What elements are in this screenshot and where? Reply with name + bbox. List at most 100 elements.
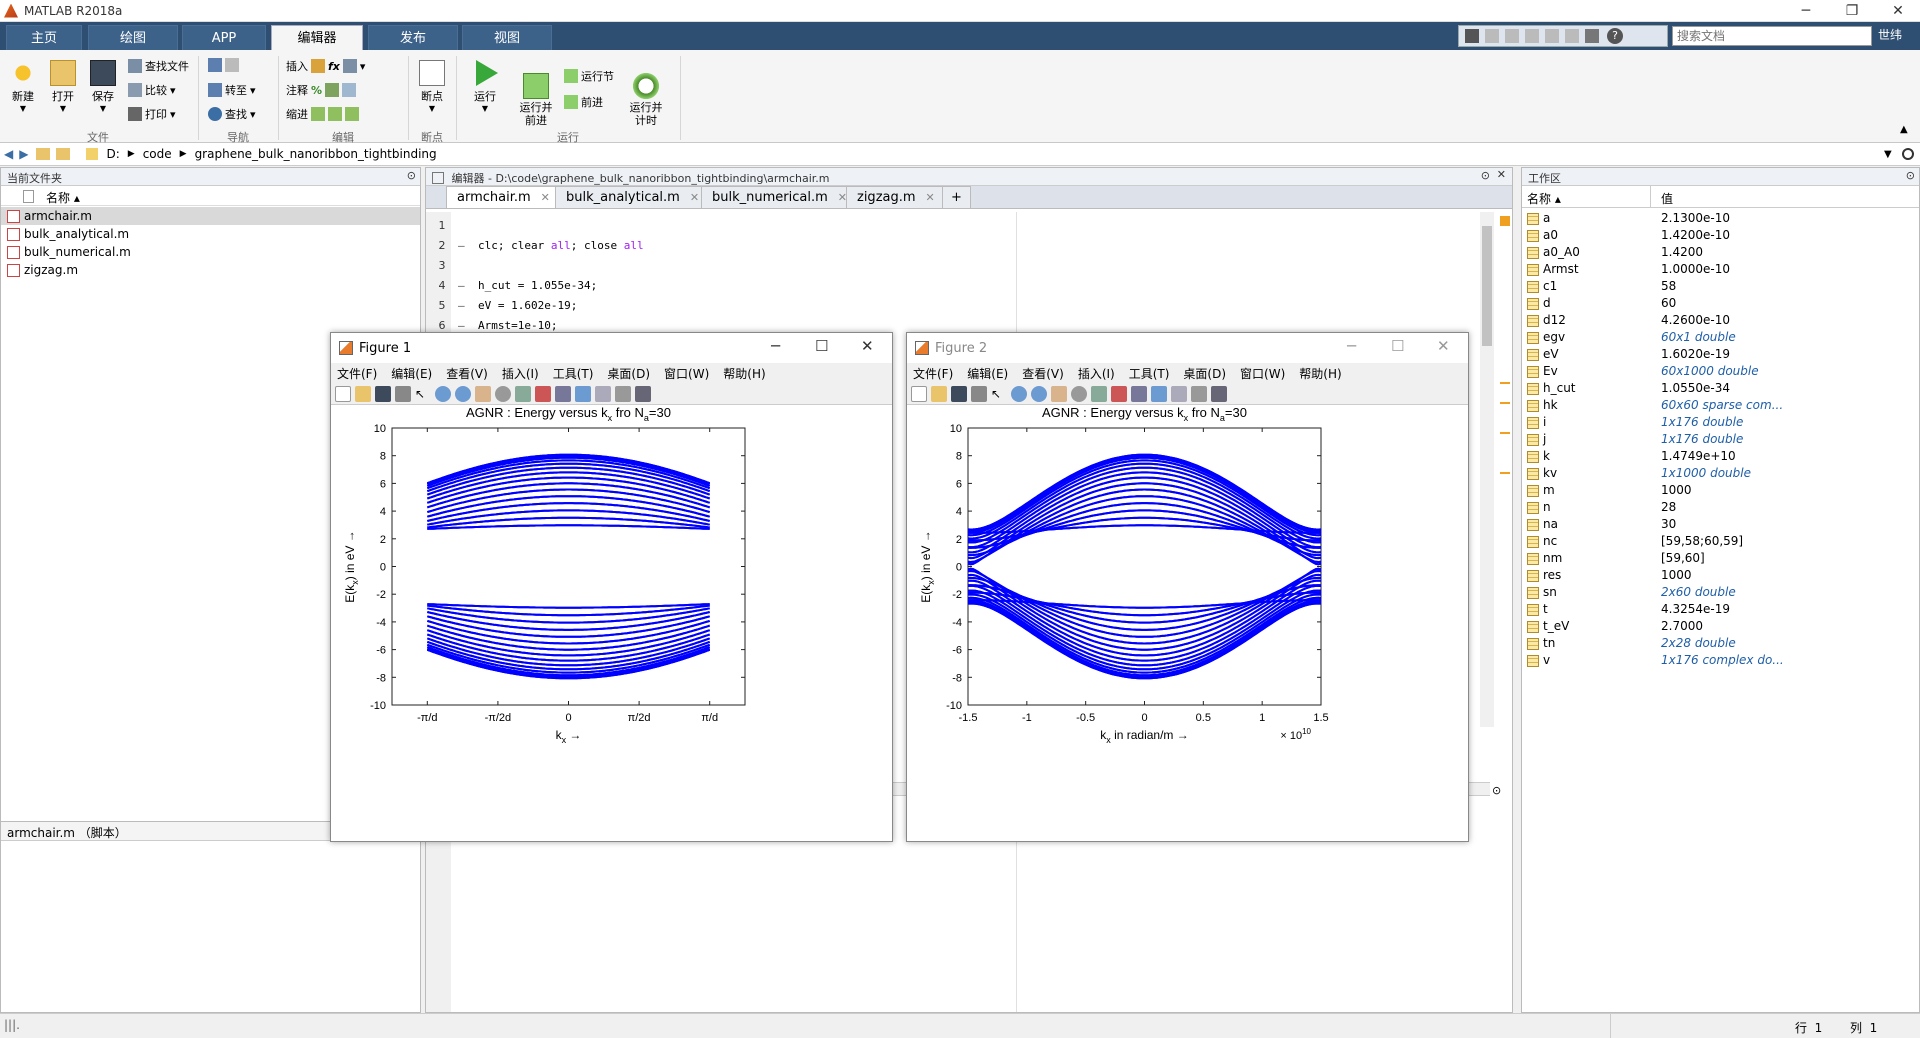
menu-edit[interactable]: 编辑(E) bbox=[391, 365, 432, 382]
editor-tab[interactable]: bulk_analytical.m ✕ bbox=[555, 186, 711, 208]
run-and-time-button[interactable]: 运行并 计时 bbox=[622, 60, 670, 127]
save-icon[interactable] bbox=[1465, 29, 1479, 43]
panel-menu-icon[interactable]: ⊙ bbox=[1481, 169, 1490, 182]
print-icon[interactable] bbox=[395, 385, 411, 402]
menu-help[interactable]: 帮助(H) bbox=[1299, 365, 1341, 382]
new-figure-icon[interactable] bbox=[911, 385, 927, 402]
maximize-button[interactable]: ☐ bbox=[1391, 337, 1404, 355]
variable-row[interactable]: j 1x176 double bbox=[1522, 431, 1912, 448]
menu-help[interactable]: 帮助(H) bbox=[723, 365, 765, 382]
command-panel-menu-icon[interactable]: ⊙ bbox=[1492, 784, 1501, 797]
path-folder-code[interactable]: code bbox=[143, 147, 172, 161]
path-dropdown-icon[interactable]: ▼ bbox=[1884, 149, 1892, 160]
show-plot-tools-icon[interactable] bbox=[1211, 385, 1227, 402]
back-forward-nav[interactable] bbox=[208, 58, 239, 72]
close-tab-icon[interactable]: ✕ bbox=[926, 191, 935, 204]
open-button[interactable]: 打开 ▼ bbox=[46, 60, 80, 113]
minimize-button[interactable]: ─ bbox=[1347, 337, 1356, 355]
value-column[interactable]: 值 bbox=[1661, 190, 1673, 207]
close-tab-icon[interactable]: ✕ bbox=[690, 191, 699, 204]
figure-1-window[interactable]: Figure 1 ─ ☐ ✕ 文件(F) 编辑(E) 查看(V) 插入(I) 工具(T)… bbox=[330, 332, 893, 842]
code-line[interactable]: 1 bbox=[426, 218, 986, 234]
code-line[interactable]: 5 — eV = 1.602e-19; bbox=[426, 298, 986, 314]
variable-row[interactable]: v 1x176 complex do... bbox=[1522, 652, 1912, 669]
new-figure-icon[interactable] bbox=[335, 385, 351, 402]
panel-menu-icon[interactable]: ⊙ bbox=[1906, 169, 1915, 182]
new-button[interactable]: 新建 ▼ bbox=[6, 60, 40, 113]
breakpoint-marker[interactable]: — bbox=[458, 278, 478, 294]
open-icon[interactable] bbox=[931, 385, 947, 402]
variable-row[interactable]: sn 2x60 double bbox=[1522, 584, 1912, 601]
menu-view[interactable]: 查看(V) bbox=[446, 365, 488, 382]
vertical-scrollbar[interactable] bbox=[1480, 212, 1494, 727]
pan-icon[interactable] bbox=[1051, 385, 1067, 402]
panel-menu-icon[interactable]: ⊙ bbox=[407, 169, 416, 182]
data-cursor-icon[interactable] bbox=[1091, 385, 1107, 402]
compare-button[interactable]: 比较 ▾ bbox=[128, 82, 176, 98]
variable-row[interactable]: k 1.4749e+10 bbox=[1522, 448, 1912, 465]
advance-button[interactable]: 前进 bbox=[564, 94, 603, 110]
link-icon[interactable] bbox=[555, 385, 571, 402]
run-button[interactable]: 运行 ▼ bbox=[466, 60, 504, 113]
find-files-button[interactable]: 查找文件 bbox=[128, 58, 189, 74]
copy-icon[interactable] bbox=[1505, 29, 1519, 43]
name-column-header[interactable]: 名称 ▴ bbox=[1, 186, 420, 206]
new-tab-button[interactable]: + bbox=[942, 186, 971, 208]
variable-row[interactable]: nc [59,58;60,59] bbox=[1522, 533, 1912, 550]
tab-publish[interactable]: 发布 bbox=[368, 25, 458, 50]
variable-row[interactable]: kv 1x1000 double bbox=[1522, 465, 1912, 482]
brush-icon[interactable] bbox=[1111, 385, 1127, 402]
maximize-button[interactable]: ☐ bbox=[815, 337, 828, 355]
minimize-button[interactable]: ─ bbox=[1784, 0, 1828, 22]
back-icon[interactable]: ◀ bbox=[4, 147, 13, 161]
cut-icon[interactable] bbox=[1485, 29, 1499, 43]
variable-row[interactable]: egv 60x1 double bbox=[1522, 329, 1912, 346]
file-item[interactable]: bulk_analytical.m bbox=[1, 225, 420, 243]
save-icon[interactable] bbox=[951, 385, 967, 402]
menu-insert[interactable]: 插入(I) bbox=[502, 365, 539, 382]
menu-tools[interactable]: 工具(T) bbox=[1129, 365, 1170, 382]
tab-home[interactable]: 主页 bbox=[6, 25, 82, 50]
variable-row[interactable]: n 28 bbox=[1522, 499, 1912, 516]
figure-2-window[interactable]: Figure 2 ─ ☐ ✕ 文件(F) 编辑(E) 查看(V) 插入(I) 工具(T)… bbox=[906, 332, 1469, 842]
find-button[interactable]: 查找 ▾ bbox=[208, 106, 256, 122]
file-item[interactable]: zigzag.m bbox=[1, 261, 420, 279]
close-tab-icon[interactable]: ✕ bbox=[541, 191, 550, 204]
legend-icon[interactable] bbox=[1171, 385, 1187, 402]
variable-row[interactable]: nm [59,60] bbox=[1522, 550, 1912, 567]
insert-button[interactable]: 插入 fx ▾ bbox=[286, 58, 365, 74]
variable-row[interactable]: tn 2x28 double bbox=[1522, 635, 1912, 652]
variable-row[interactable]: d12 4.2600e-10 bbox=[1522, 312, 1912, 329]
data-cursor-icon[interactable] bbox=[515, 385, 531, 402]
zoom-out-icon[interactable] bbox=[455, 385, 471, 402]
close-editor-icon[interactable]: ✕ bbox=[1497, 168, 1506, 181]
quick-access-toolbar[interactable]: ? bbox=[1458, 25, 1668, 47]
editor-tab[interactable]: armchair.m ✕ bbox=[446, 186, 561, 208]
increase-indent-icon[interactable] bbox=[328, 107, 342, 121]
colorbar-icon[interactable] bbox=[575, 385, 591, 402]
menu-desktop[interactable]: 桌面(D) bbox=[607, 365, 650, 382]
warning-marker[interactable] bbox=[1500, 402, 1510, 404]
variable-row[interactable]: d 60 bbox=[1522, 295, 1912, 312]
back-arrow-icon[interactable] bbox=[208, 58, 222, 72]
tab-editor[interactable]: 编辑器 bbox=[271, 25, 363, 50]
warning-marker[interactable] bbox=[1500, 472, 1510, 474]
menu-view[interactable]: 查看(V) bbox=[1022, 365, 1064, 382]
search-icon[interactable] bbox=[1902, 148, 1914, 160]
variable-row[interactable]: c1 58 bbox=[1522, 278, 1912, 295]
menu-desktop[interactable]: 桌面(D) bbox=[1183, 365, 1226, 382]
variable-row[interactable]: a0_A0 1.4200 bbox=[1522, 244, 1912, 261]
browse-folder-icon[interactable] bbox=[56, 148, 71, 160]
rotate-icon[interactable] bbox=[495, 385, 511, 402]
tab-apps[interactable]: APP bbox=[182, 25, 266, 50]
wrap-icon[interactable] bbox=[342, 83, 357, 97]
variable-row[interactable]: t_eV 2.7000 bbox=[1522, 618, 1912, 635]
breakpoints-button[interactable]: 断点 ▼ bbox=[414, 60, 450, 113]
zoom-in-icon[interactable] bbox=[435, 385, 451, 402]
percent-icon[interactable]: % bbox=[311, 84, 322, 97]
variable-row[interactable]: i 1x176 double bbox=[1522, 414, 1912, 431]
file-item[interactable]: armchair.m bbox=[1, 207, 420, 225]
breakpoint-marker[interactable]: — bbox=[458, 238, 478, 254]
pointer-icon[interactable]: ↖ bbox=[415, 386, 431, 402]
pan-icon[interactable] bbox=[475, 385, 491, 402]
